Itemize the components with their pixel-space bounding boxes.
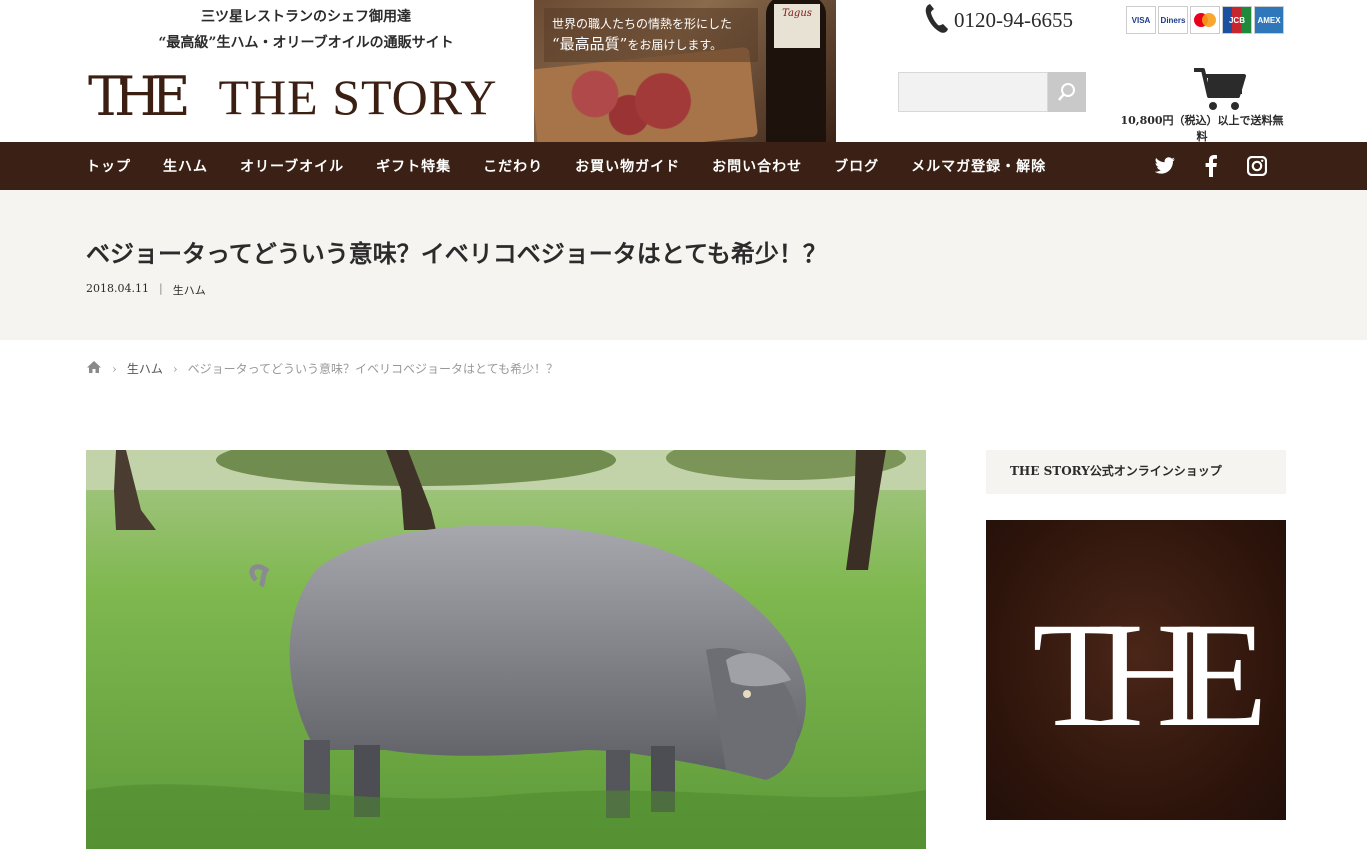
article-date: 2018.04.11 <box>86 282 149 295</box>
logo-text: THE STORY <box>218 69 498 125</box>
site-header: 三ツ星レストランのシェフ御用達 “最高級”生ハム・オリーブオイルの通販サイト T… <box>0 0 1367 143</box>
nav-item-shopping-guide[interactable]: お買い物ガイド <box>575 156 680 176</box>
sidebar-heading: THE STORY公式オンラインショップ <box>986 450 1286 494</box>
breadcrumb-current: ベジョータってどういう意味？イベリコベジョータはとても希少！？ <box>187 362 559 376</box>
free-shipping-note: 10,800円（税込）以上で送料無料 <box>1120 114 1284 143</box>
social-links <box>1153 154 1269 178</box>
phone-contact[interactable]: 0120-94-6655 <box>924 4 1073 36</box>
diners-card-icon: Diners <box>1158 6 1188 34</box>
logo-mark: THE <box>88 65 190 128</box>
banner-logo: THE <box>1032 592 1268 758</box>
main-nav: トップ 生ハム オリーブオイル ギフト特集 こだわり お買い物ガイド お問い合わ… <box>0 142 1367 190</box>
nav-item-blog[interactable]: ブログ <box>834 156 879 176</box>
tagline-primary: 三ツ星レストランのシェフ御用達 <box>201 9 411 25</box>
jcb-card-icon: JCB <box>1222 6 1252 34</box>
meta-separator: | <box>158 282 163 295</box>
nav-item-gift[interactable]: ギフト特集 <box>376 156 451 176</box>
amex-card-icon: AMEX <box>1254 6 1284 34</box>
nav-item-olive-oil[interactable]: オリーブオイル <box>240 156 344 176</box>
nav-item-newsletter[interactable]: メルマガ登録・解除 <box>911 156 1046 176</box>
bottle-label: Tagus <box>774 4 820 48</box>
banner-line-2: “最高品質”をお届けします。 <box>552 34 750 55</box>
phone-icon <box>924 2 950 38</box>
twitter-icon[interactable] <box>1153 154 1177 178</box>
banner-line-2-rest: をお届けします。 <box>627 38 723 52</box>
visa-card-icon: VISA <box>1126 6 1156 34</box>
home-icon[interactable] <box>86 360 102 377</box>
search-button[interactable] <box>1048 72 1086 112</box>
phone-number: 0120-94-6655 <box>954 7 1073 32</box>
banner-copy: 世界の職人たちの情熱を形にした “最高品質”をお届けします。 <box>544 8 758 62</box>
instagram-icon[interactable] <box>1245 154 1269 178</box>
page-title: ベジョータってどういう意味？イベリコベジョータはとても希少！？ <box>86 239 827 268</box>
breadcrumb-category[interactable]: 生ハム <box>127 360 163 377</box>
chevron-right-icon: › <box>172 361 178 376</box>
banner-line-2-emphasis: “最高品質” <box>552 35 628 53</box>
article-category-link[interactable]: 生ハム <box>173 282 206 298</box>
tagline-secondary: “最高級”生ハム・オリーブオイルの通販サイト <box>158 35 454 51</box>
facebook-icon[interactable] <box>1199 154 1223 178</box>
search-form <box>898 72 1086 112</box>
article-header: ベジョータってどういう意味？イベリコベジョータはとても希少！？ 2018.04.… <box>0 190 1367 340</box>
breadcrumb: › 生ハム › ベジョータってどういう意味？イベリコベジョータはとても希少！？ <box>86 360 558 377</box>
search-input[interactable] <box>898 72 1048 112</box>
nav-item-ham[interactable]: 生ハム <box>163 156 208 176</box>
cart-icon[interactable] <box>1192 66 1248 116</box>
promo-banner[interactable]: Tagus 世界の職人たちの情熱を形にした “最高品質”をお届けします。 <box>534 0 836 142</box>
banner-line-1: 世界の職人たちの情熱を形にした <box>552 17 733 31</box>
nav-item-top[interactable]: トップ <box>86 156 131 176</box>
site-logo[interactable]: THE THE STORY <box>88 68 497 126</box>
shop-banner[interactable]: THE <box>986 520 1286 820</box>
salami-image <box>544 66 714 136</box>
nav-item-contact[interactable]: お問い合わせ <box>712 156 802 176</box>
payment-cards: VISA Diners JCB AMEX <box>1126 6 1284 34</box>
nav-list: トップ 生ハム オリーブオイル ギフト特集 こだわり お買い物ガイド お問い合わ… <box>86 142 1078 190</box>
article-meta: 2018.04.11 | 生ハム <box>86 282 206 298</box>
search-icon <box>1058 83 1075 101</box>
article-hero-image <box>86 450 926 849</box>
nav-item-commitment[interactable]: こだわり <box>483 156 543 176</box>
chevron-right-icon: › <box>112 361 117 376</box>
mastercard-icon <box>1190 6 1220 34</box>
